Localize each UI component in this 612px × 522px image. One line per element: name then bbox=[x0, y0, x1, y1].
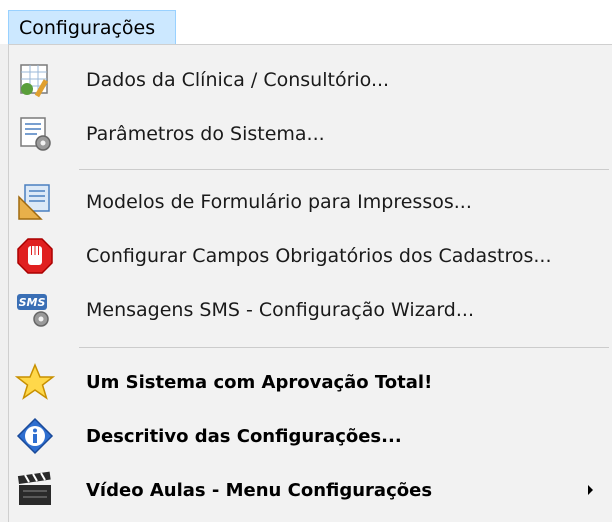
submenu-arrow-icon bbox=[588, 485, 593, 495]
menu-item-form-models[interactable]: Modelos de Formulário para Impressos... bbox=[9, 177, 611, 227]
menu-item-label: Configurar Campos Obrigatórios dos Cadas… bbox=[86, 245, 552, 267]
form-models-icon bbox=[15, 183, 55, 221]
menu-item-label: Um Sistema com Aprovação Total! bbox=[86, 371, 433, 393]
menu-item-required-fields[interactable]: Configurar Campos Obrigatórios dos Cadas… bbox=[9, 231, 611, 281]
sms-gear-icon: SMS bbox=[15, 291, 55, 329]
stop-hand-icon bbox=[15, 237, 55, 275]
clapperboard-icon bbox=[15, 471, 55, 509]
menu-item-label: Vídeo Aulas - Menu Configurações bbox=[86, 479, 433, 501]
menu-item-label: Parâmetros do Sistema... bbox=[86, 123, 325, 145]
menu-item-approval[interactable]: Um Sistema com Aprovação Total! bbox=[9, 357, 611, 407]
menu-item-descriptive[interactable]: Descritivo das Configurações... bbox=[9, 411, 611, 461]
menu-item-label: Descritivo das Configurações... bbox=[86, 425, 402, 447]
dropdown-menu: Dados da Clínica / Consultório... Parâme… bbox=[8, 44, 612, 522]
menu-item-video-lessons[interactable]: Vídeo Aulas - Menu Configurações bbox=[9, 465, 611, 515]
svg-text:SMS: SMS bbox=[19, 296, 46, 309]
menu-separator bbox=[79, 347, 609, 348]
info-icon bbox=[15, 417, 55, 455]
menu-item-system-parameters[interactable]: Parâmetros do Sistema... bbox=[9, 109, 611, 159]
menu-item-label: Modelos de Formulário para Impressos... bbox=[86, 191, 472, 213]
menu-separator bbox=[79, 169, 609, 170]
menu-bar: Configurações bbox=[0, 0, 612, 44]
menu-item-label: Mensagens SMS - Configuração Wizard... bbox=[86, 299, 474, 321]
menu-item-sms-wizard[interactable]: SMS Mensagens SMS - Configuração Wizard.… bbox=[9, 285, 611, 335]
star-icon bbox=[15, 363, 55, 401]
clinic-data-icon bbox=[15, 61, 55, 99]
menu-item-label: Dados da Clínica / Consultório... bbox=[86, 69, 390, 91]
system-parameters-icon bbox=[15, 115, 55, 153]
menu-configuracoes[interactable]: Configurações bbox=[8, 10, 176, 44]
menu-item-clinic-data[interactable]: Dados da Clínica / Consultório... bbox=[9, 55, 611, 105]
